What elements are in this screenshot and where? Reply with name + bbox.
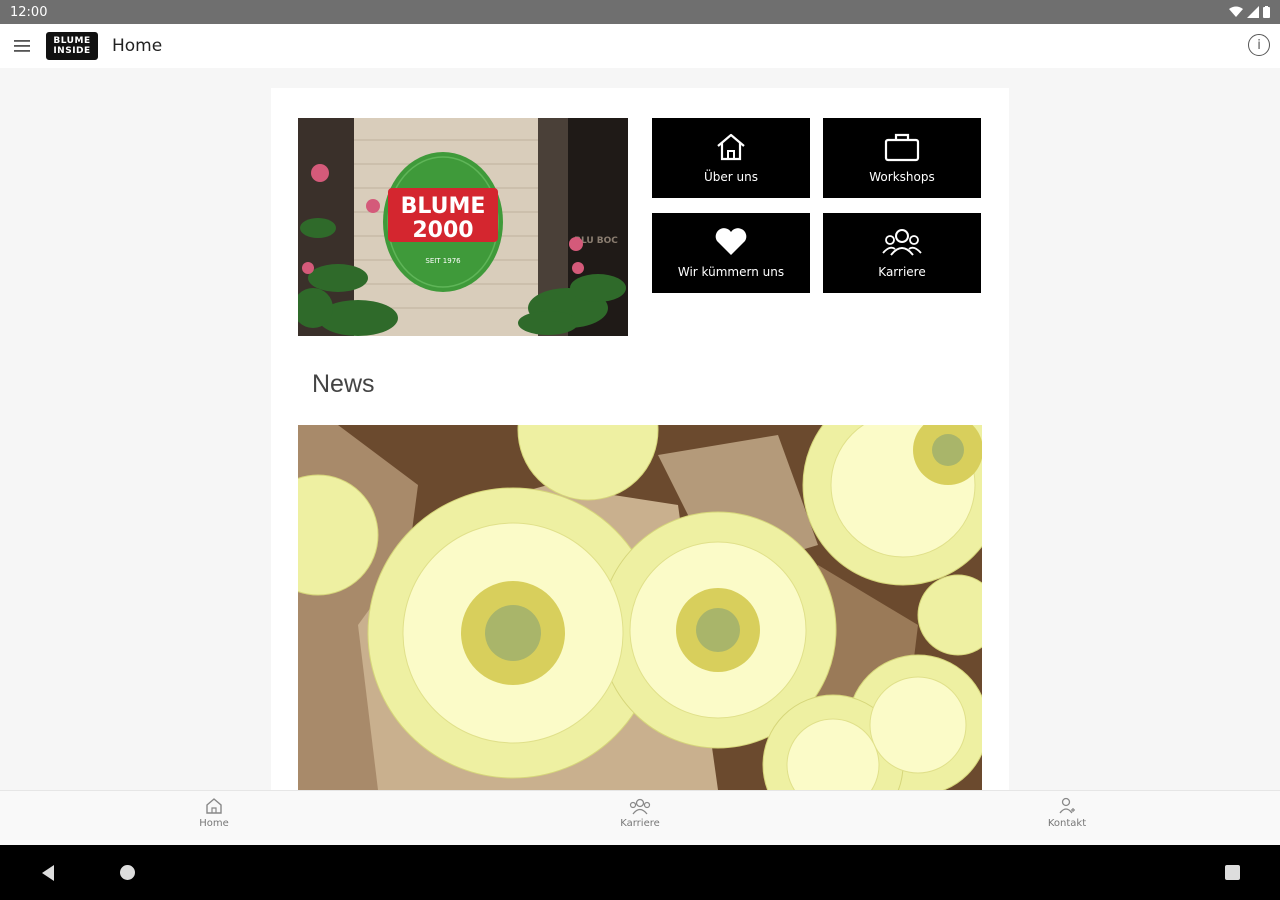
heart-icon xyxy=(715,228,747,255)
info-button[interactable]: i xyxy=(1248,34,1270,56)
nav-label: Home xyxy=(199,818,229,829)
contact-icon xyxy=(1059,797,1075,814)
tile-ueber-uns[interactable]: Über uns xyxy=(652,118,810,198)
sign-text-small: SEIT 1976 xyxy=(425,257,461,265)
info-icon: i xyxy=(1257,37,1261,53)
home-circle-icon[interactable] xyxy=(120,865,135,880)
people-icon xyxy=(882,229,922,256)
menu-button[interactable] xyxy=(0,24,44,68)
app-logo: BLUME INSIDE xyxy=(46,32,98,60)
system-nav-bar xyxy=(0,845,1280,900)
home-icon xyxy=(206,798,222,814)
signal-icon xyxy=(1247,6,1259,18)
back-icon[interactable] xyxy=(40,864,56,882)
logo-line-top: BLUME xyxy=(53,36,91,46)
sign-text-line1: BLUME xyxy=(401,194,486,219)
tile-workshops[interactable]: Workshops xyxy=(823,118,981,198)
battery-icon xyxy=(1263,6,1270,18)
nav-home[interactable]: Home xyxy=(169,797,259,829)
logo-line-bottom: INSIDE xyxy=(53,46,91,56)
tile-karriere[interactable]: Karriere xyxy=(823,213,981,293)
page-title: Home xyxy=(112,36,163,56)
sign-text-line2: 2000 xyxy=(412,218,473,243)
tile-label: Workshops xyxy=(869,170,935,184)
status-bar: 12:00 xyxy=(0,0,1280,24)
status-time: 12:00 xyxy=(10,4,48,20)
hamburger-icon xyxy=(14,40,30,52)
news-image[interactable] xyxy=(298,425,982,790)
house-icon xyxy=(717,133,745,161)
people-icon xyxy=(629,798,651,815)
content-card: BLUME 2000 SEIT 1976 BLU BOC Über uns Wo… xyxy=(271,88,1009,790)
nav-kontakt[interactable]: Kontakt xyxy=(1022,797,1112,829)
nav-label: Kontakt xyxy=(1047,818,1087,829)
tile-label: Karriere xyxy=(878,265,926,279)
app-bar: BLUME INSIDE Home i xyxy=(0,24,1280,68)
nav-label: Karriere xyxy=(620,818,660,829)
briefcase-icon xyxy=(884,133,920,162)
tile-label: Über uns xyxy=(704,170,758,184)
status-icons xyxy=(1229,6,1270,18)
store-photo: BLUME 2000 SEIT 1976 BLU BOC xyxy=(298,118,628,336)
news-heading: News xyxy=(312,370,375,398)
wifi-icon xyxy=(1229,6,1243,17)
tile-label: Wir kümmern uns xyxy=(677,265,785,279)
tile-wir-kuemmern-uns[interactable]: Wir kümmern uns xyxy=(652,213,810,293)
nav-karriere[interactable]: Karriere xyxy=(595,797,685,829)
recent-apps-icon[interactable] xyxy=(1225,865,1240,880)
bottom-nav: Home Karriere Kontakt xyxy=(0,790,1280,845)
